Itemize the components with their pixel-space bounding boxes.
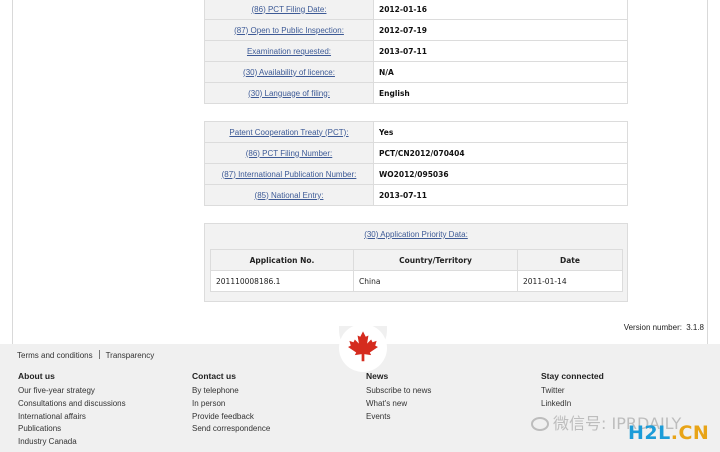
- footer-column-about: About us Our five-year strategy Consulta…: [18, 371, 126, 450]
- footer-link[interactable]: International affairs: [18, 412, 86, 421]
- language-of-filing-link[interactable]: (30) Language of filing:: [248, 89, 330, 98]
- version-value: 3.1.8: [686, 323, 704, 332]
- table-row: (85) National Entry: 2013-07-11: [204, 184, 628, 206]
- table-row: (87) Open to Public Inspection: 2012-07-…: [204, 19, 628, 41]
- wechat-icon: [531, 417, 549, 431]
- priority-table: Application No. Country/Territory Date 2…: [210, 249, 623, 292]
- version-number: Version number: 3.1.8: [622, 323, 704, 332]
- table-row: (86) PCT Filing Date: 2012-01-16: [204, 0, 628, 20]
- application-number-cell: 201110008186.1: [210, 270, 354, 292]
- footer-link[interactable]: What's new: [366, 399, 407, 408]
- open-to-public-link[interactable]: (87) Open to Public Inspection:: [234, 26, 344, 35]
- maple-leaf-icon: [348, 331, 378, 362]
- table-row: (86) PCT Filing Number: PCT/CN2012/07040…: [204, 142, 628, 164]
- footer-heading-stay-connected: Stay connected: [541, 371, 604, 381]
- column-header-country: Country/Territory: [353, 249, 518, 271]
- pct-filing-number-value: PCT/CN2012/070404: [373, 142, 628, 164]
- priority-data-link[interactable]: (30) Application Priority Data:: [364, 230, 468, 239]
- footer-link[interactable]: Publications: [18, 424, 61, 433]
- pct-filing-number-link[interactable]: (86) PCT Filing Number:: [246, 149, 333, 158]
- table-row: Patent Cooperation Treaty (PCT): Yes: [204, 121, 628, 143]
- footer-link[interactable]: Industry Canada: [18, 437, 77, 446]
- footer-link[interactable]: Send correspondence: [192, 424, 270, 433]
- national-entry-link[interactable]: (85) National Entry:: [255, 191, 324, 200]
- h2l-logo: H2L.CN: [628, 422, 710, 444]
- footer-link[interactable]: Our five-year strategy: [18, 386, 95, 395]
- column-header-application-no: Application No.: [210, 249, 354, 271]
- pct-filing-date-value: 2012-01-16: [373, 0, 628, 20]
- language-of-filing-value: English: [373, 82, 628, 104]
- availability-of-licence-value: N/A: [373, 61, 628, 83]
- footer-link[interactable]: Consultations and discussions: [18, 399, 126, 408]
- examination-requested-link[interactable]: Examination requested:: [247, 47, 331, 56]
- priority-data-section: (30) Application Priority Data: Applicat…: [204, 223, 628, 302]
- linkedin-link[interactable]: LinkedIn: [541, 399, 571, 408]
- national-entry-value: 2013-07-11: [373, 184, 628, 206]
- divider: [98, 350, 100, 359]
- date-cell: 2011-01-14: [517, 270, 623, 292]
- footer-link[interactable]: Events: [366, 412, 390, 421]
- footer-link[interactable]: Subscribe to news: [366, 386, 431, 395]
- patent-details-table: (86) PCT Filing Date: 2012-01-16 (87) Op…: [204, 0, 628, 104]
- table-row: 201110008186.1 China 2011-01-14: [210, 270, 623, 292]
- terms-link[interactable]: Terms and conditions: [17, 351, 93, 360]
- footer-column-stay-connected: Stay connected Twitter LinkedIn: [541, 371, 604, 412]
- intl-publication-number-value: WO2012/095036: [373, 163, 628, 185]
- intl-publication-number-link[interactable]: (87) International Publication Number:: [222, 170, 357, 179]
- version-label: Version number:: [623, 323, 682, 332]
- examination-requested-value: 2013-07-11: [373, 40, 628, 62]
- table-row: (87) International Publication Number: W…: [204, 163, 628, 185]
- country-cell: China: [353, 270, 518, 292]
- transparency-link[interactable]: Transparency: [106, 351, 155, 360]
- footer-link[interactable]: By telephone: [192, 386, 239, 395]
- footer-column-news: News Subscribe to news What's new Events: [366, 371, 431, 424]
- footer-top-links: Terms and conditions Transparency: [17, 350, 154, 360]
- footer-link[interactable]: Provide feedback: [192, 412, 254, 421]
- footer-column-contact: Contact us By telephone In person Provid…: [192, 371, 270, 437]
- footer-heading-contact: Contact us: [192, 371, 236, 381]
- table-row: (30) Availability of licence: N/A: [204, 61, 628, 83]
- footer-heading-news: News: [366, 371, 389, 381]
- twitter-link[interactable]: Twitter: [541, 386, 565, 395]
- pct-filing-date-link[interactable]: (86) PCT Filing Date:: [252, 5, 327, 14]
- open-to-public-value: 2012-07-19: [373, 19, 628, 41]
- pct-treaty-link[interactable]: Patent Cooperation Treaty (PCT):: [229, 128, 348, 137]
- footer-link[interactable]: In person: [192, 399, 225, 408]
- footer-heading-about: About us: [18, 371, 55, 381]
- column-header-date: Date: [517, 249, 623, 271]
- priority-header-row: Application No. Country/Territory Date: [210, 249, 623, 271]
- pct-details-table: Patent Cooperation Treaty (PCT): Yes (86…: [204, 121, 628, 206]
- table-row: (30) Language of filing: English: [204, 82, 628, 104]
- availability-of-licence-link[interactable]: (30) Availability of licence:: [243, 68, 335, 77]
- table-row: Examination requested: 2013-07-11: [204, 40, 628, 62]
- pct-treaty-value: Yes: [373, 121, 628, 143]
